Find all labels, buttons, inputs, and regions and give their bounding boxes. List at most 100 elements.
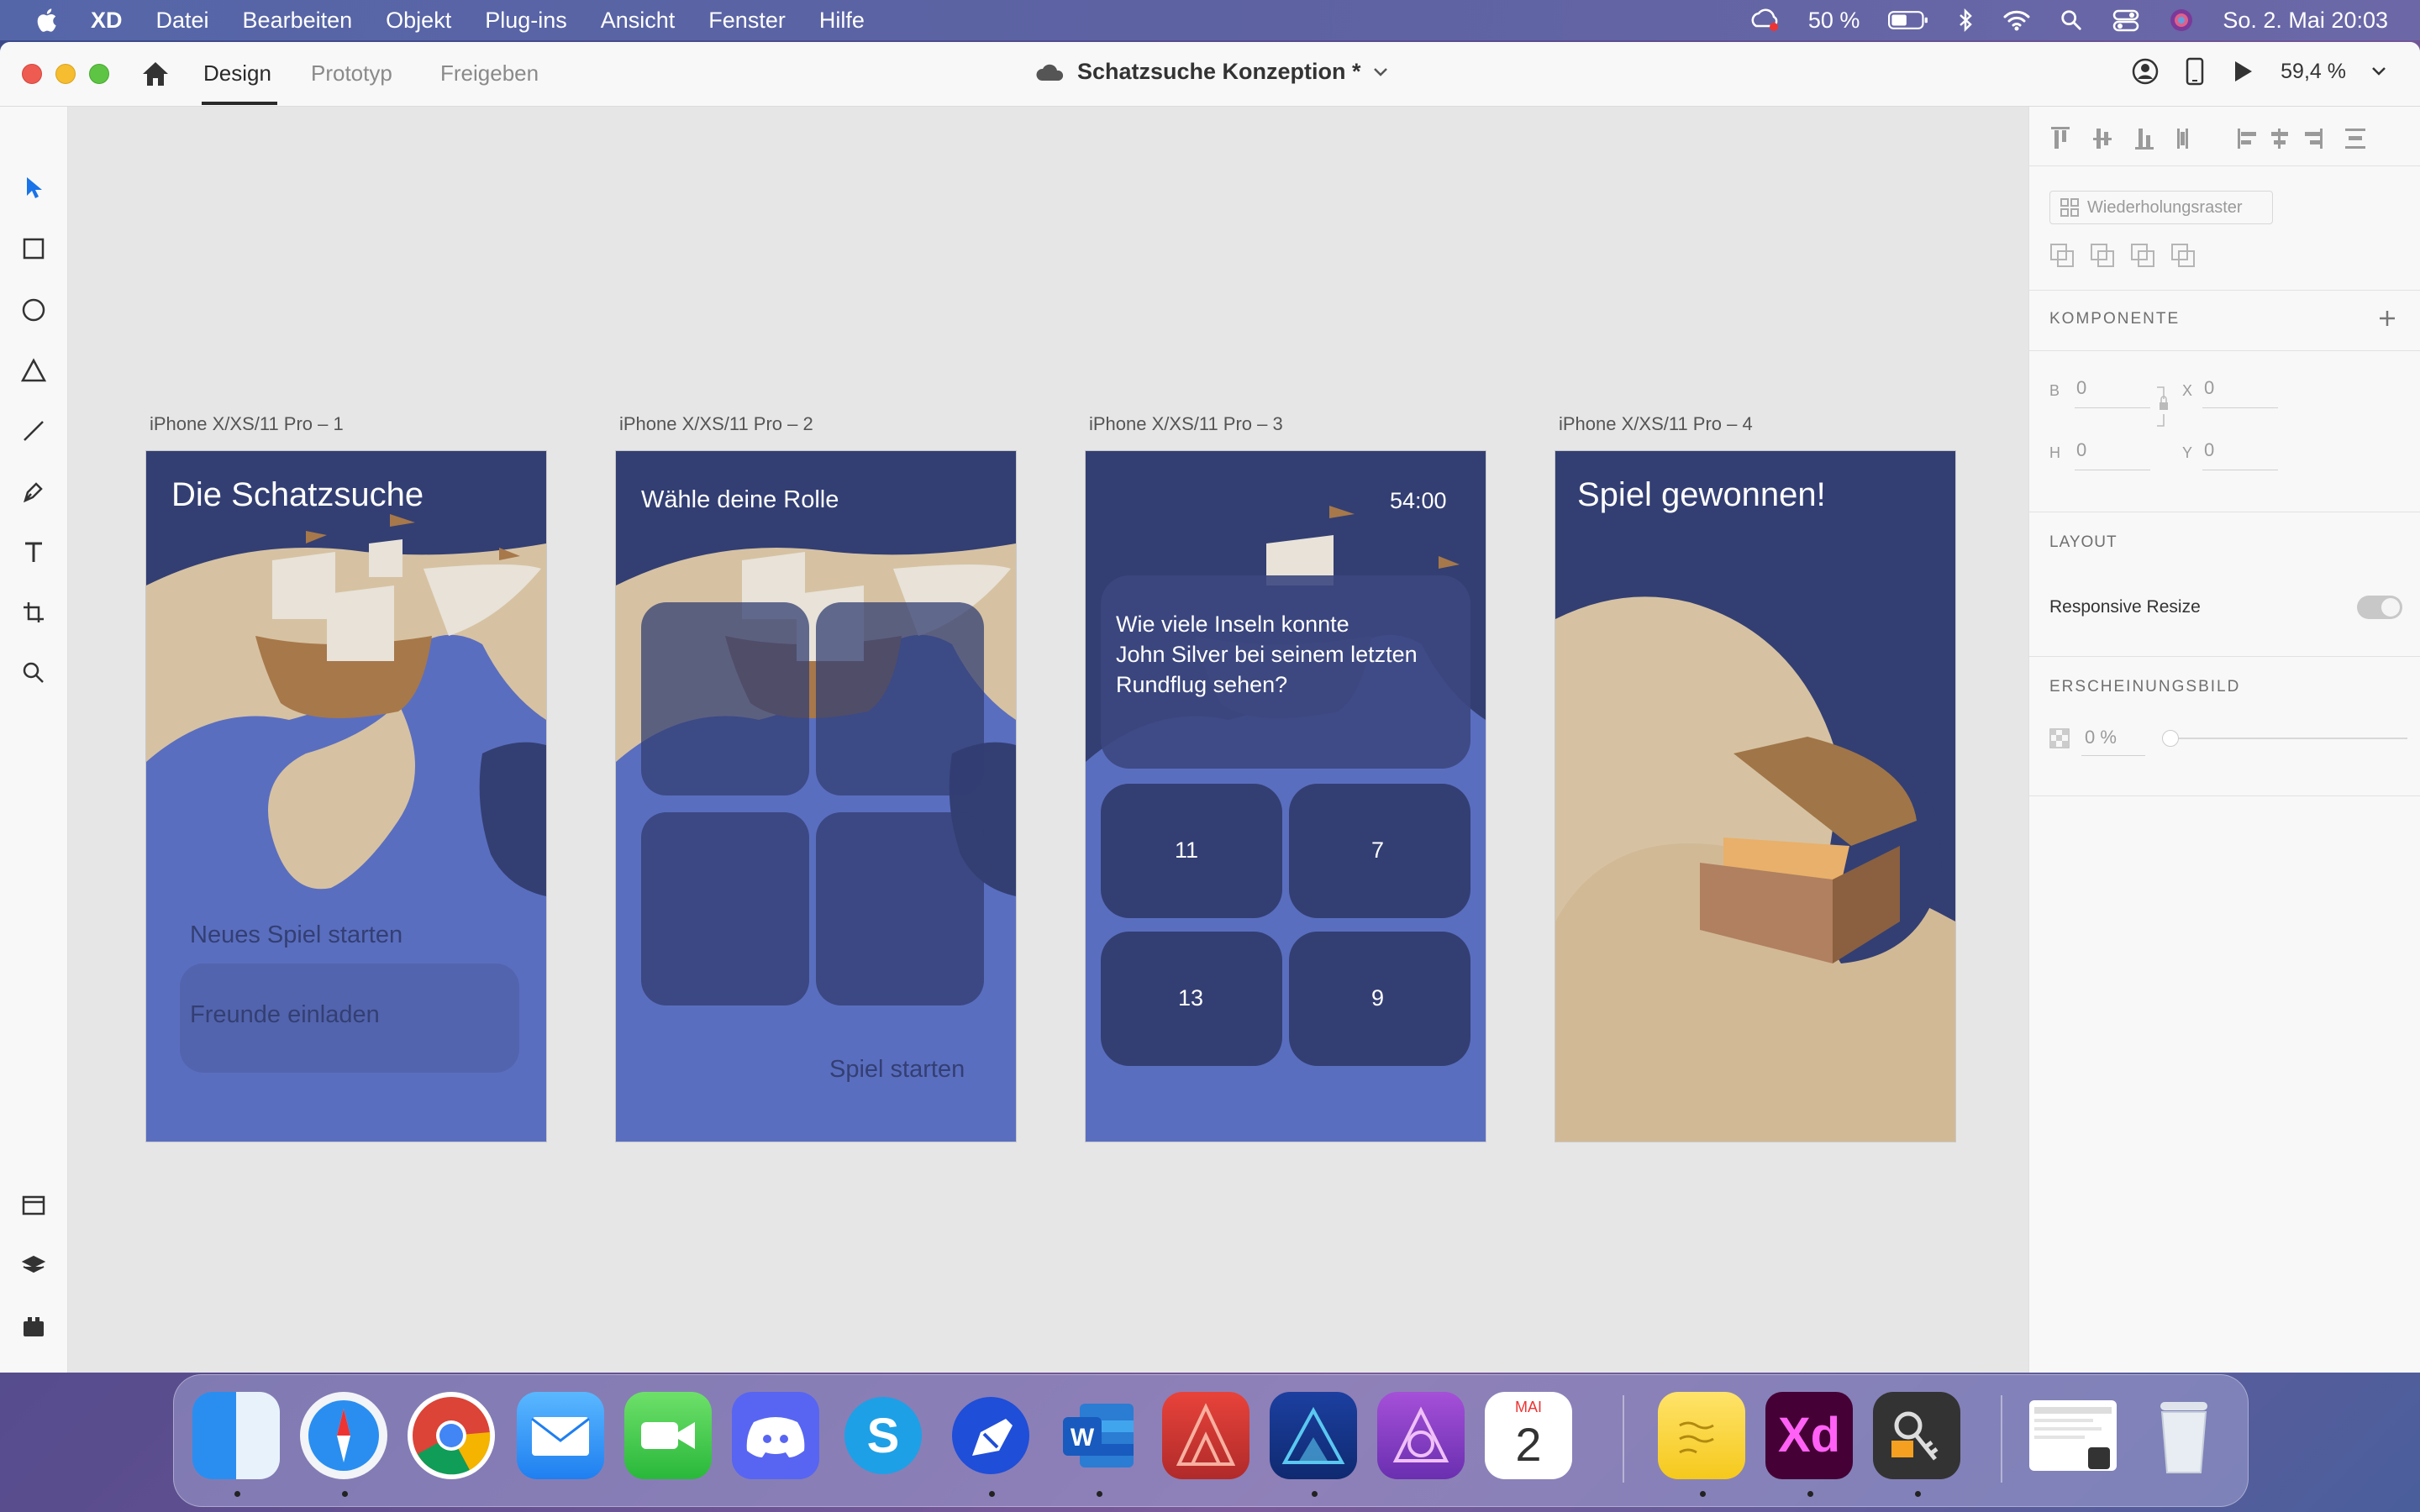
line-tool[interactable] (17, 414, 50, 448)
answer-button-4[interactable]: 9 (1371, 985, 1384, 1011)
tab-design[interactable]: Design (203, 60, 271, 87)
responsive-resize-toggle[interactable] (2357, 596, 2402, 619)
artboard-2-illustration (616, 451, 1016, 1142)
share-user-icon[interactable] (2131, 57, 2160, 86)
battery-icon[interactable] (1888, 8, 1928, 33)
y-field[interactable]: 0 (2204, 439, 2214, 461)
affinity-photo-icon[interactable] (1377, 1392, 1465, 1479)
control-center-icon[interactable] (2112, 8, 2140, 33)
polygon-tool[interactable] (17, 354, 50, 387)
pen-tool[interactable] (17, 475, 50, 508)
lock-aspect-icon[interactable] (2155, 386, 2170, 428)
assets-panel-button[interactable] (17, 1189, 50, 1222)
stickies-icon[interactable] (1658, 1392, 1745, 1479)
select-tool[interactable] (17, 171, 50, 204)
width-field[interactable]: 0 (2076, 377, 2086, 399)
property-inspector: Wiederholungsraster KOMPONENTE B 0 X 0 H… (2028, 107, 2420, 1373)
artboard-2-label[interactable]: iPhone X/XS/11 Pro – 2 (619, 413, 813, 435)
artboard-1[interactable]: Die Schatzsuche Neues Spiel starten Freu… (146, 451, 546, 1142)
height-label: H (2049, 444, 2060, 461)
tab-freigeben[interactable]: Freigeben (440, 60, 539, 87)
plugins-panel-button[interactable] (17, 1310, 50, 1343)
discord-icon[interactable] (732, 1392, 819, 1479)
chevron-down-icon (1373, 67, 1387, 76)
wifi-icon[interactable] (2002, 8, 2031, 33)
word-icon[interactable]: W (1055, 1392, 1142, 1479)
menu-datei[interactable]: Datei (156, 8, 209, 34)
downloads-stack-icon[interactable] (2029, 1400, 2117, 1471)
close-window-button[interactable] (22, 64, 42, 84)
calendar-icon[interactable]: MAI 2 (1485, 1392, 1572, 1479)
document-title-dropdown[interactable]: Schatzsuche Konzeption * (1035, 59, 1388, 85)
ellipse-tool[interactable] (17, 293, 50, 327)
menu-hilfe[interactable]: Hilfe (819, 8, 865, 34)
device-preview-icon[interactable] (2185, 57, 2205, 86)
tab-prototyp[interactable]: Prototyp (311, 60, 392, 87)
bluetooth-icon[interactable] (1957, 8, 1974, 33)
repeat-grid-label: Wiederholungsraster (2087, 197, 2243, 217)
artboard-4-label[interactable]: iPhone X/XS/11 Pro – 4 (1559, 413, 1753, 435)
text-tool[interactable] (17, 535, 50, 569)
answer-button-2[interactable]: 7 (1371, 837, 1384, 864)
home-icon[interactable] (139, 59, 171, 89)
keychain-access-icon[interactable] (1873, 1392, 1960, 1479)
safari-icon[interactable] (300, 1392, 387, 1479)
x-field[interactable]: 0 (2204, 377, 2214, 399)
answer-button-3[interactable]: 13 (1178, 985, 1203, 1011)
zoom-chevron-icon[interactable] (2371, 66, 2386, 76)
menu-fenster[interactable]: Fenster (708, 8, 786, 34)
menu-ansicht[interactable]: Ansicht (601, 8, 676, 34)
affinity-designer-icon[interactable] (1270, 1392, 1357, 1479)
design-canvas[interactable]: iPhone X/XS/11 Pro – 1 Die Schatzsuche N… (68, 107, 2028, 1373)
artboard-3-label[interactable]: iPhone X/XS/11 Pro – 3 (1089, 413, 1283, 435)
pointer-icon (27, 177, 42, 198)
trash-icon[interactable] (2140, 1392, 2228, 1479)
artboard-3[interactable]: 54:00 Wie viele Inseln konnte John Silve… (1086, 451, 1486, 1142)
facetime-icon[interactable] (624, 1392, 712, 1479)
answer-button-1[interactable]: 11 (1175, 837, 1198, 864)
affinity-publisher-icon[interactable] (1162, 1392, 1249, 1479)
menu-plugins[interactable]: Plug-ins (485, 8, 567, 34)
height-field[interactable]: 0 (2076, 439, 2086, 461)
minimize-window-button[interactable] (55, 64, 76, 84)
adobe-xd-icon[interactable]: Xd (1765, 1392, 1853, 1479)
zoom-window-button[interactable] (89, 64, 109, 84)
opacity-slider-thumb[interactable] (2162, 730, 2179, 747)
menu-app-xd[interactable]: XD (91, 8, 123, 34)
artboard-4[interactable]: Spiel gewonnen! (1555, 451, 1955, 1142)
zoom-tool[interactable] (17, 656, 50, 690)
add-component-icon[interactable] (2377, 308, 2397, 328)
appearance-heading: ERSCHEINUNGSBILD (2049, 678, 2241, 696)
invite-friends-button[interactable]: Freunde einladen (190, 1001, 380, 1029)
zoom-level[interactable]: 59,4 % (2281, 60, 2346, 84)
new-game-button[interactable]: Neues Spiel starten (190, 921, 402, 949)
repeat-grid-button[interactable]: Wiederholungsraster (2049, 191, 2273, 224)
mail-icon[interactable] (517, 1392, 604, 1479)
start-game-button[interactable]: Spiel starten (829, 1056, 965, 1084)
artboard-4-title: Spiel gewonnen! (1577, 476, 1826, 513)
pen-icon (24, 482, 43, 503)
menu-bearbeiten[interactable]: Bearbeiten (243, 8, 353, 34)
vectornator-icon[interactable] (947, 1392, 1034, 1479)
skype-icon[interactable]: S (839, 1392, 927, 1479)
layout-heading: LAYOUT (2049, 533, 2118, 551)
opacity-field[interactable]: 0 % (2085, 727, 2117, 748)
play-preview-icon[interactable] (2230, 59, 2255, 84)
apple-menu-icon[interactable] (34, 6, 62, 34)
artboard-tool[interactable] (17, 596, 50, 629)
rectangle-tool[interactable] (17, 232, 50, 265)
boolean-ops-icons[interactable] (2049, 241, 2217, 271)
layers-panel-button[interactable] (17, 1249, 50, 1283)
chrome-icon[interactable] (408, 1392, 495, 1479)
creative-cloud-icon[interactable] (1751, 8, 1780, 33)
finder-icon[interactable] (192, 1392, 280, 1479)
menubar-clock[interactable]: So. 2. Mai 20:03 (2223, 8, 2388, 34)
opacity-slider[interactable] (2162, 730, 2407, 747)
menu-objekt[interactable]: Objekt (386, 8, 451, 34)
artboard-1-label[interactable]: iPhone X/XS/11 Pro – 1 (150, 413, 344, 435)
spotlight-search-icon[interactable] (2060, 8, 2083, 33)
siri-icon[interactable] (2169, 8, 2194, 33)
responsive-resize-label: Responsive Resize (2049, 597, 2201, 617)
artboard-2[interactable]: Wähle deine Rolle Spiel starten (616, 451, 1016, 1142)
xd-dock-label: Xd (1777, 1408, 1841, 1462)
